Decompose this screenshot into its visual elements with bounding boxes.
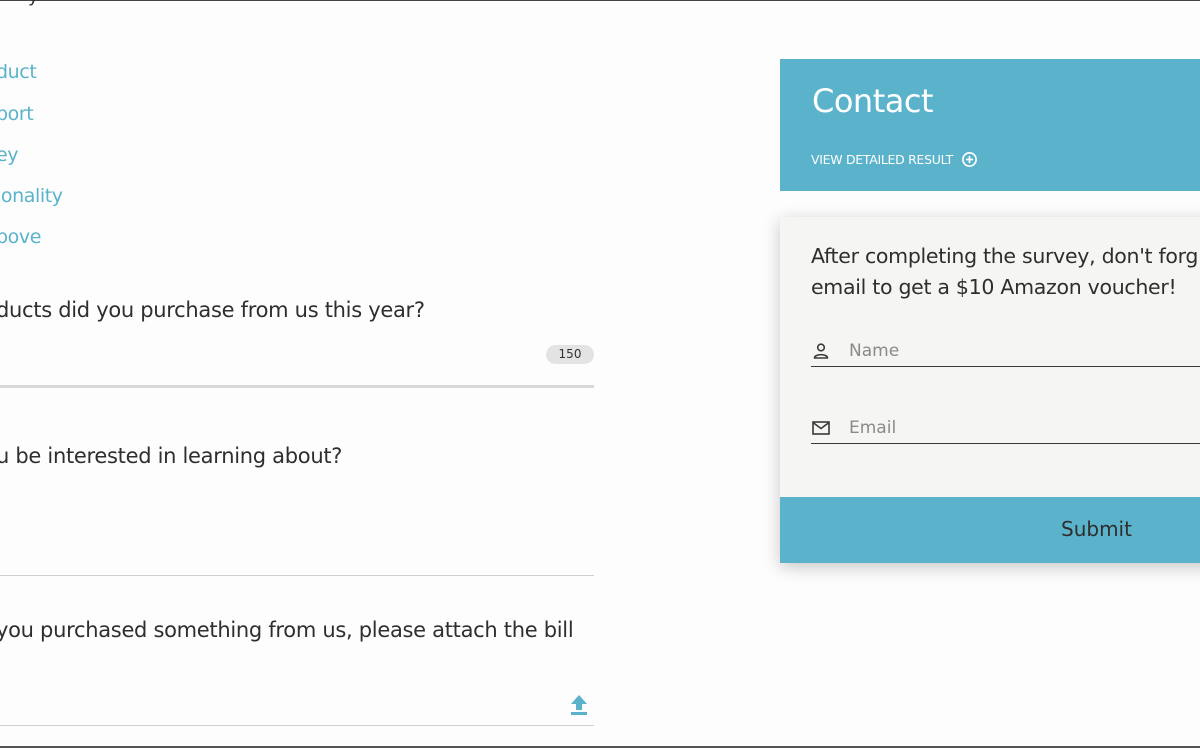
submit-label: Submit — [1061, 517, 1132, 541]
option-money[interactable]: ey — [0, 144, 19, 166]
upload-icon[interactable] — [568, 693, 590, 717]
option-functionality[interactable]: ionality — [0, 185, 63, 207]
name-field[interactable] — [811, 336, 1200, 367]
person-icon — [813, 343, 829, 359]
option-support[interactable]: port — [0, 103, 34, 125]
question-products-purchased: ducts did you purchase from us this year… — [0, 298, 425, 322]
contact-title: Contact — [812, 82, 934, 120]
submit-button[interactable]: Submit — [780, 497, 1200, 563]
bottom-divider — [0, 746, 1200, 748]
contact-header: Contact VIEW DETAILED RESULT — [780, 59, 1200, 191]
answer-input-products[interactable] — [0, 385, 594, 388]
answer-upload-line — [0, 725, 594, 726]
view-detailed-result-label: VIEW DETAILED RESULT — [811, 152, 953, 167]
question-attach-bill: you purchased something from us, please … — [0, 618, 574, 642]
answer-input-learning[interactable] — [0, 575, 594, 576]
mail-icon — [812, 421, 830, 435]
question-learning-interest: u be interested in learning about? — [0, 444, 343, 468]
email-field[interactable] — [811, 413, 1200, 444]
cut-off-heading: y — [28, 0, 39, 7]
promo-line-1: After completing the survey, don't forg — [811, 244, 1199, 268]
option-all-of-the-above[interactable]: bove — [0, 226, 41, 248]
promo-text: After completing the survey, don't forg … — [811, 241, 1200, 303]
contact-card: After completing the survey, don't forg … — [780, 217, 1200, 563]
plus-circle-icon — [961, 152, 977, 167]
email-input[interactable] — [847, 417, 1200, 439]
name-input[interactable] — [847, 340, 1200, 362]
option-product[interactable]: duct — [0, 61, 37, 83]
promo-line-2: email to get a $10 Amazon voucher! — [811, 275, 1177, 299]
character-counter: 150 — [546, 345, 594, 364]
top-divider — [0, 0, 1200, 1]
view-detailed-result-link[interactable]: VIEW DETAILED RESULT — [811, 151, 978, 168]
